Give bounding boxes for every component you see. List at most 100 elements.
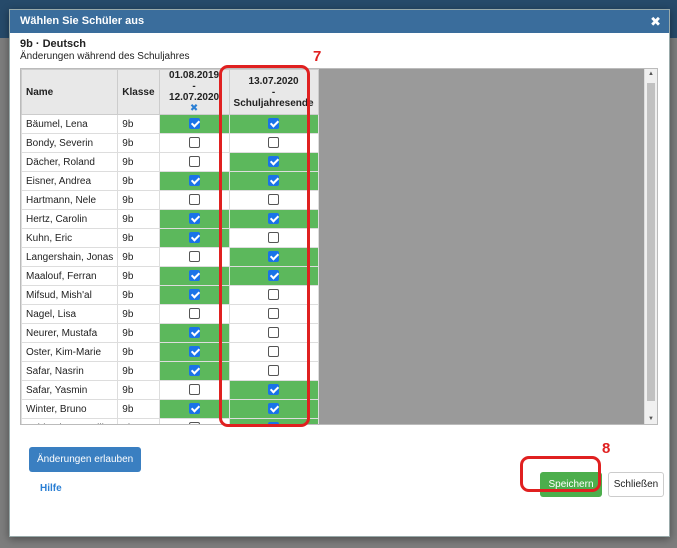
student-klasse: 9b (117, 209, 160, 229)
period-1-checkbox[interactable] (188, 270, 200, 282)
period-2-checkbox[interactable] (268, 308, 280, 320)
student-name: Zahlmeister, Malik (21, 418, 119, 424)
student-table: Name Klasse 01.08.2019 - 12.07.2020 ✖ 13… (21, 69, 319, 424)
table-row: Winter, Bruno 9b (21, 399, 319, 419)
period-1-cell (158, 114, 230, 134)
dialog-titlebar: Wählen Sie Schüler aus ✖ (10, 10, 669, 33)
period-2-checkbox[interactable] (268, 232, 280, 244)
scrollbar-thumb[interactable] (647, 83, 655, 401)
period-1-checkbox[interactable] (188, 213, 200, 225)
column-header-klasse[interactable]: Klasse (117, 69, 160, 115)
period-2-checkbox[interactable] (268, 422, 280, 424)
period-1-checkbox[interactable] (188, 232, 200, 244)
period-1-checkbox[interactable] (188, 327, 200, 339)
period-2-cell (228, 304, 319, 324)
period-1-checkbox[interactable] (188, 118, 200, 130)
vertical-scrollbar[interactable]: ▲ ▼ (644, 69, 657, 424)
save-button[interactable]: Speichern (540, 472, 602, 497)
table-row: Safar, Nasrin 9b (21, 361, 319, 381)
scroll-down-arrow-icon[interactable]: ▼ (648, 416, 654, 422)
period-1-cell (158, 285, 230, 305)
period-1-checkbox[interactable] (188, 365, 200, 377)
student-klasse: 9b (117, 266, 160, 286)
column-header-period-2: 13.07.2020 - Schuljahresende (228, 69, 319, 115)
period-1-cell (158, 171, 230, 191)
period-2-checkbox[interactable] (268, 270, 280, 282)
period-1-end: 12.07.2020 (169, 92, 220, 103)
period-2-cell (228, 152, 319, 172)
student-klasse: 9b (117, 323, 160, 343)
period-2-cell (228, 342, 319, 362)
table-row: Maalouf, Ferran 9b (21, 266, 319, 286)
period-1-checkbox[interactable] (188, 251, 200, 263)
period-2-checkbox[interactable] (268, 403, 280, 415)
period-2-end: Schuljahresende (233, 97, 314, 109)
table-row: Hertz, Carolin 9b (21, 209, 319, 229)
period-1-cell (158, 361, 230, 381)
student-name: Hertz, Carolin (21, 209, 119, 229)
period-1-checkbox[interactable] (188, 384, 200, 396)
period-2-checkbox[interactable] (268, 213, 280, 225)
period-1-checkbox[interactable] (188, 403, 200, 415)
period-2-checkbox[interactable] (268, 346, 280, 358)
column-header-period-1: 01.08.2019 - 12.07.2020 ✖ (158, 69, 230, 115)
table-row: Dächer, Roland 9b (21, 152, 319, 172)
period-1-cell (158, 133, 230, 153)
period-2-cell (228, 133, 319, 153)
help-link[interactable]: Hilfe (40, 483, 62, 494)
period-2-checkbox[interactable] (268, 137, 280, 149)
student-name: Winter, Bruno (21, 399, 119, 419)
period-1-checkbox[interactable] (188, 137, 200, 149)
close-icon[interactable]: ✖ (650, 10, 661, 33)
period-2-dash: - (271, 86, 276, 98)
period-2-checkbox[interactable] (268, 156, 280, 168)
period-1-checkbox[interactable] (188, 156, 200, 168)
period-1-checkbox[interactable] (188, 289, 200, 301)
student-name: Hartmann, Nele (21, 190, 119, 210)
scroll-up-arrow-icon[interactable]: ▲ (648, 71, 654, 77)
period-2-checkbox[interactable] (268, 365, 280, 377)
table-row: Eisner, Andrea 9b (21, 171, 319, 191)
period-2-cell (228, 247, 319, 267)
period-2-checkbox[interactable] (268, 251, 280, 263)
remove-period-icon[interactable]: ✖ (190, 103, 198, 114)
table-row: Nagel, Lisa 9b (21, 304, 319, 324)
student-klasse: 9b (117, 133, 160, 153)
period-1-checkbox[interactable] (188, 346, 200, 358)
dialog-description: Änderungen während des Schuljahres (20, 51, 190, 62)
student-klasse: 9b (117, 285, 160, 305)
period-1-cell (158, 304, 230, 324)
column-header-name[interactable]: Name (21, 69, 119, 115)
period-2-cell (228, 285, 319, 305)
student-klasse: 9b (117, 380, 160, 400)
period-1-cell (158, 209, 230, 229)
period-2-checkbox[interactable] (268, 384, 280, 396)
dialog-title: Wählen Sie Schüler aus (20, 15, 145, 27)
period-1-checkbox[interactable] (188, 194, 200, 206)
period-1-checkbox[interactable] (188, 308, 200, 320)
period-2-checkbox[interactable] (268, 118, 280, 130)
period-1-checkbox[interactable] (188, 175, 200, 187)
allow-changes-button[interactable]: Änderungen erlauben (29, 447, 142, 472)
table-row: Bäumel, Lena 9b (21, 114, 319, 134)
student-name: Maalouf, Ferran (21, 266, 119, 286)
period-2-checkbox[interactable] (268, 327, 280, 339)
student-rows: Bäumel, Lena 9b Bondy, Severin 9b Dächer, Ro… (21, 114, 319, 424)
student-name: Safar, Nasrin (21, 361, 119, 381)
select-students-dialog: Wählen Sie Schüler aus ✖ 9b · Deutsch Än… (9, 9, 670, 537)
student-name: Oster, Kim-Marie (21, 342, 119, 362)
period-2-checkbox[interactable] (268, 194, 280, 206)
period-1-checkbox[interactable] (188, 422, 200, 424)
table-row: Langershain, Jonas 9b (21, 247, 319, 267)
student-name: Dächer, Roland (21, 152, 119, 172)
period-2-cell (228, 209, 319, 229)
period-2-checkbox[interactable] (268, 175, 280, 187)
period-2-cell (228, 380, 319, 400)
student-name: Kuhn, Eric (21, 228, 119, 248)
student-klasse: 9b (117, 304, 160, 324)
period-1-cell (158, 380, 230, 400)
close-button[interactable]: Schließen (608, 472, 664, 497)
period-1-cell (158, 266, 230, 286)
period-2-checkbox[interactable] (268, 289, 280, 301)
table-row: Neurer, Mustafa 9b (21, 323, 319, 343)
